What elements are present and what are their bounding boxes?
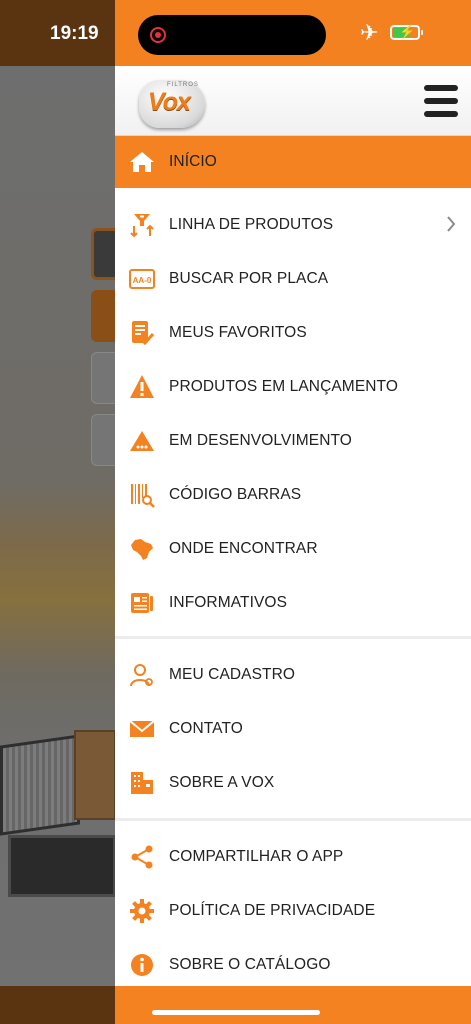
menu-item-compartilhar-o-app[interactable]: COMPARTILHAR O APP — [115, 831, 471, 883]
menu-item-informativos[interactable]: INFORMATIVOS — [115, 577, 471, 629]
menu-label: SOBRE O CATÁLOGO — [169, 956, 331, 973]
share-icon — [131, 845, 153, 869]
menu-item-meus-favoritos[interactable]: MEUS FAVORITOS — [115, 307, 471, 359]
menu-divider — [115, 818, 471, 821]
background-product-image — [74, 730, 116, 820]
menu-item-onde-encontrar[interactable]: ONDE ENCONTRAR — [115, 523, 471, 575]
plate-text: AA-0 — [133, 276, 152, 285]
home-icon — [130, 152, 154, 172]
status-bar: 19:19 ✈ ⚡ — [0, 0, 471, 66]
info-icon — [131, 954, 153, 976]
menu-label: LINHA DE PRODUTOS — [169, 216, 334, 233]
menu-label: EM DESENVOLVIMENTO — [169, 432, 352, 449]
development-icon — [130, 431, 154, 451]
menu-item-buscar-por-placa[interactable]: AA-0 BUSCAR POR PLACA — [115, 253, 471, 305]
chevron-right-icon — [447, 216, 456, 232]
home-indicator[interactable] — [152, 1010, 320, 1015]
menu-item-em-desenvolvimento[interactable]: EM DESENVOLVIMENTO — [115, 415, 471, 467]
menu-label: POLÍTICA DE PRIVACIDADE — [169, 902, 376, 919]
user-icon — [130, 664, 153, 687]
menu-item-produtos-em-lancamento[interactable]: PRODUTOS EM LANÇAMENTO — [115, 361, 471, 413]
menu-label: PRODUTOS EM LANÇAMENTO — [169, 378, 398, 395]
menu-label: BUSCAR POR PLACA — [169, 270, 329, 287]
vox-logo: FILTROS Vox — [139, 76, 205, 128]
drawer-header: FILTROS Vox — [115, 66, 471, 136]
menu-label: CONTATO — [169, 720, 243, 737]
menu-label: INFORMATIVOS — [169, 594, 288, 611]
menu-item-sobre-a-vox[interactable]: SOBRE A VOX — [115, 757, 471, 809]
menu-item-sobre-o-catalogo[interactable]: SOBRE O CATÁLOGO — [115, 939, 471, 991]
menu-label: MEU CADASTRO — [169, 666, 296, 683]
hamburger-menu-icon[interactable] — [424, 85, 458, 117]
gear-icon — [130, 899, 154, 923]
menu-divider — [115, 636, 471, 639]
menu-item-inicio[interactable]: INÍCIO — [115, 136, 471, 188]
airplane-mode-icon: ✈ — [360, 20, 379, 45]
menu-label: ONDE ENCONTRAR — [169, 540, 318, 557]
building-icon — [131, 772, 153, 794]
dynamic-island — [138, 15, 326, 55]
menu-item-contato[interactable]: CONTATO — [115, 703, 471, 755]
background-product-image — [8, 835, 116, 897]
background-product-image — [0, 734, 80, 836]
warning-icon — [130, 375, 154, 398]
menu-label: SOBRE A VOX — [169, 774, 275, 791]
drawer-footer-bar — [115, 986, 471, 1024]
menu-item-politica-de-privacidade[interactable]: POLÍTICA DE PRIVACIDADE — [115, 885, 471, 937]
navigation-drawer: FILTROS Vox INÍCIO LINHA DE PRODUTOS AA-… — [115, 66, 471, 1024]
brazil-map-icon — [131, 539, 153, 560]
menu-label: MEUS FAVORITOS — [169, 324, 307, 341]
barcode-icon — [131, 484, 155, 508]
filter-icon — [130, 214, 154, 238]
menu-label: INÍCIO — [169, 153, 217, 170]
menu-label: CÓDIGO BARRAS — [169, 486, 302, 503]
license-plate-icon: AA-0 — [129, 269, 155, 289]
favorites-list-icon — [132, 321, 155, 346]
screen-recording-icon — [150, 27, 166, 43]
status-time: 19:19 — [50, 23, 99, 44]
menu-item-meu-cadastro[interactable]: MEU CADASTRO — [115, 649, 471, 701]
battery-icon: ⚡ — [390, 24, 423, 40]
menu-label: COMPARTILHAR O APP — [169, 848, 344, 865]
newspaper-icon — [131, 593, 153, 613]
menu-item-linha-de-produtos[interactable]: LINHA DE PRODUTOS — [115, 199, 471, 251]
envelope-icon — [129, 720, 155, 737]
menu-item-codigo-barras[interactable]: CÓDIGO BARRAS — [115, 469, 471, 521]
